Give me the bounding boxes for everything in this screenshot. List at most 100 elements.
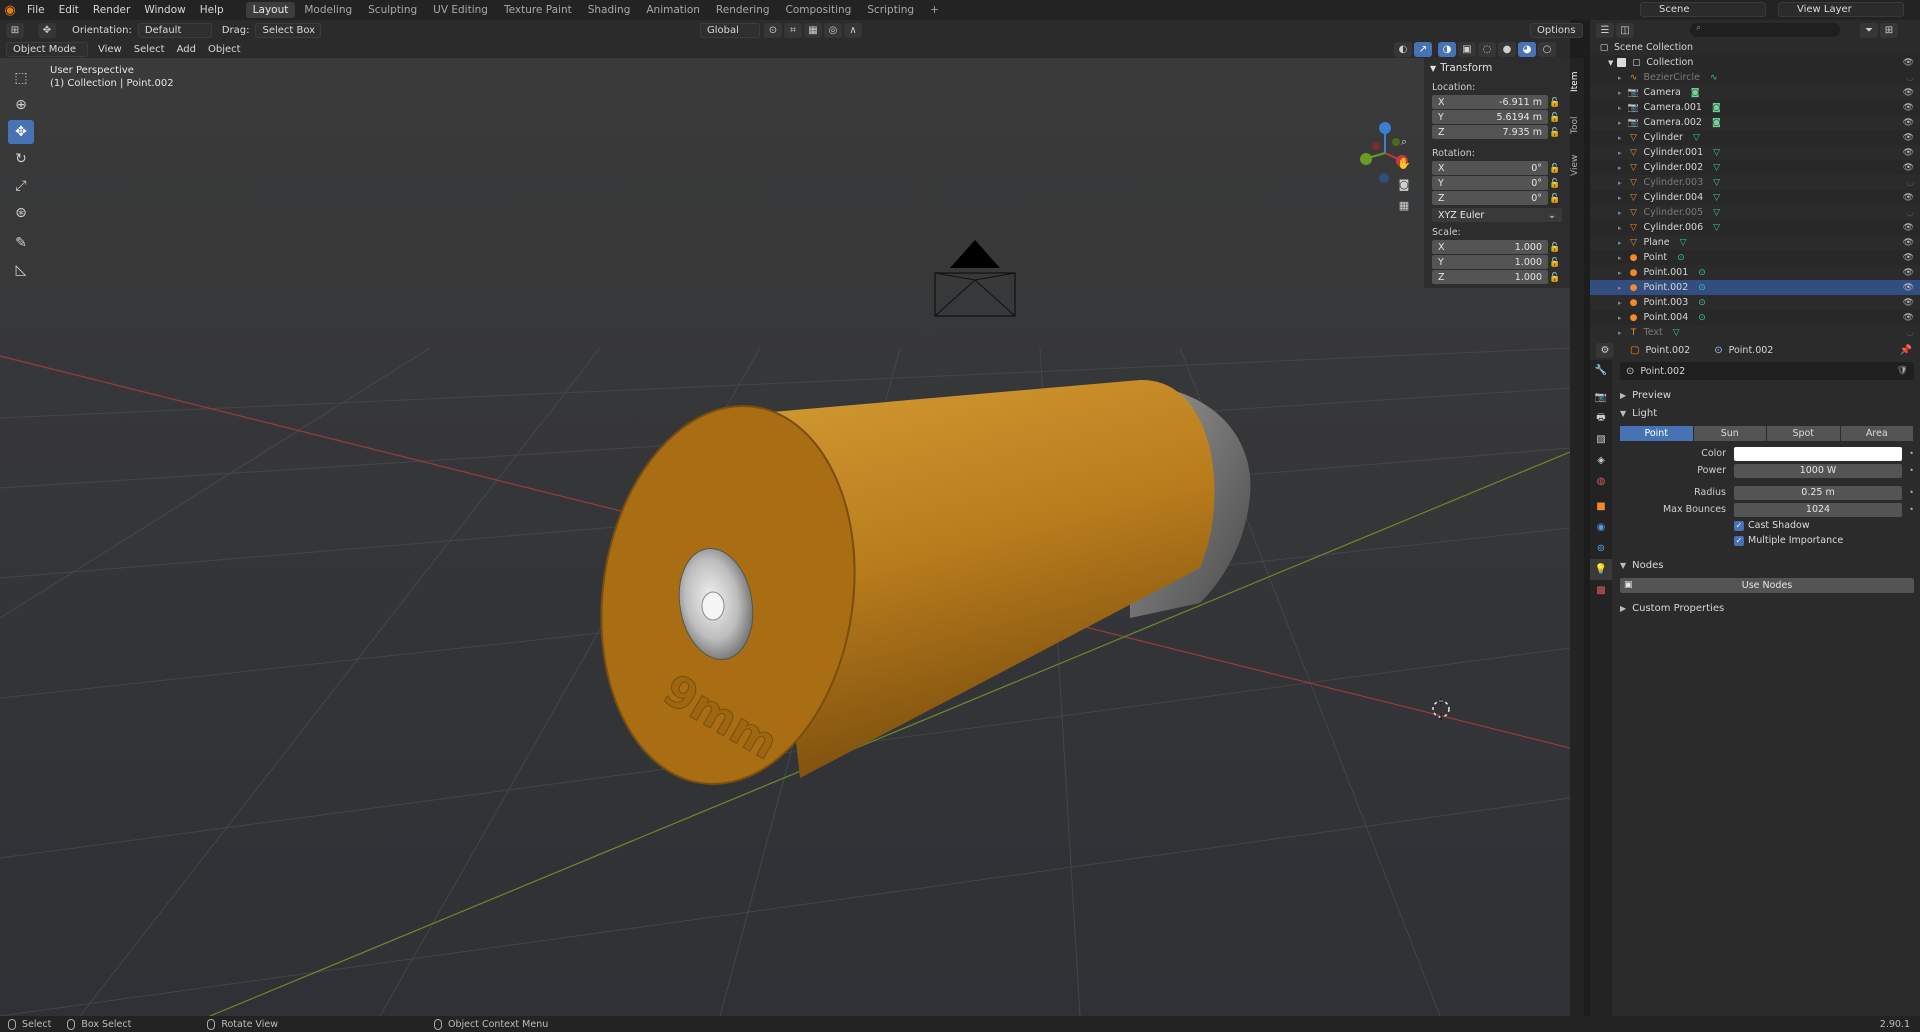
cast-shadow-checkbox[interactable]: ✓ bbox=[1734, 520, 1744, 531]
tab-modeling[interactable]: Modeling bbox=[297, 2, 359, 18]
outliner-item[interactable]: ▸ ▽ Plane ▽ 👁 bbox=[1590, 235, 1920, 250]
physics-tab-icon[interactable]: ◉ bbox=[1590, 517, 1612, 538]
new-collection-icon[interactable]: ⊞ bbox=[1880, 22, 1898, 38]
lock-icon[interactable]: 🔓 bbox=[1548, 128, 1562, 138]
menu-window[interactable]: Window bbox=[137, 0, 192, 20]
overlay-icon[interactable]: ◑ bbox=[1438, 41, 1456, 57]
measure-tool-icon[interactable]: ◺ bbox=[8, 258, 34, 282]
transform-tool-icon[interactable]: ✥ bbox=[38, 22, 56, 38]
display-mode-icon[interactable]: ◫ bbox=[1616, 22, 1634, 38]
outliner-item[interactable]: ▸ ● Point.001 ⊙ 👁 bbox=[1590, 265, 1920, 280]
transform-header[interactable]: ▼ Transform bbox=[1424, 58, 1570, 78]
eye-icon[interactable]: 👁 bbox=[1903, 268, 1914, 278]
object-tab-icon[interactable]: ■ bbox=[1590, 496, 1612, 517]
texture-tab-icon[interactable]: ▩ bbox=[1590, 580, 1612, 601]
menu-file[interactable]: File bbox=[20, 0, 52, 20]
preview-section[interactable]: ▶ Preview bbox=[1614, 386, 1920, 404]
orientation-dropdown[interactable]: Default bbox=[137, 22, 212, 38]
tab-uv-editing[interactable]: UV Editing bbox=[426, 2, 495, 18]
breadcrumb-data[interactable]: Point.002 bbox=[1729, 345, 1774, 356]
outliner-item[interactable]: ▸ 📷 Camera.001 ◙ 👁 bbox=[1590, 100, 1920, 115]
expand-icon[interactable]: ▸ bbox=[1618, 74, 1622, 82]
outliner-item[interactable]: ▸ ▽ Cylinder.001 ▽ 👁 bbox=[1590, 145, 1920, 160]
light-section[interactable]: ▼ Light bbox=[1614, 404, 1920, 422]
expand-icon[interactable]: ▸ bbox=[1618, 269, 1622, 277]
scene-selector[interactable]: Scene bbox=[1640, 2, 1766, 17]
shading-rendered-icon[interactable]: ○ bbox=[1538, 41, 1556, 57]
object-data-icon[interactable]: ⊙ bbox=[1698, 313, 1706, 323]
view-layer-tab-icon[interactable]: ▧ bbox=[1590, 429, 1612, 450]
cast-shadow-row[interactable]: ✓ Cast Shadow bbox=[1614, 518, 1920, 533]
object-data-icon[interactable]: ▽ bbox=[1713, 163, 1720, 173]
menu-help[interactable]: Help bbox=[193, 0, 231, 20]
camera-view-icon[interactable]: ◙ bbox=[1395, 175, 1413, 193]
outliner-item[interactable]: ▸ ▽ Cylinder.002 ▽ 👁 bbox=[1590, 160, 1920, 175]
scene-collection-row[interactable]: ▢ Scene Collection bbox=[1590, 40, 1920, 55]
expand-icon[interactable]: ▸ bbox=[1618, 194, 1622, 202]
color-swatch[interactable] bbox=[1734, 446, 1902, 461]
render-tab-icon[interactable]: 📷 bbox=[1590, 387, 1612, 408]
location-z-field[interactable]: Z 7.935 m bbox=[1432, 125, 1548, 139]
multiple-importance-row[interactable]: ✓ Multiple Importance bbox=[1614, 533, 1920, 548]
viewport-menu-add[interactable]: Add bbox=[171, 44, 202, 55]
select-tool-icon[interactable]: ⬚ bbox=[8, 66, 34, 90]
expand-icon[interactable]: ▸ bbox=[1618, 209, 1622, 217]
nodes-section[interactable]: ▼ Nodes bbox=[1614, 556, 1920, 574]
transform-tool-icon[interactable]: ⊛ bbox=[8, 201, 34, 225]
expand-icon[interactable]: ▸ bbox=[1618, 164, 1622, 172]
viewport-scene[interactable]: 9mm bbox=[0, 58, 1570, 1016]
object-data-icon[interactable]: ▽ bbox=[1693, 133, 1700, 143]
object-data-icon[interactable]: ▽ bbox=[1713, 193, 1720, 203]
outliner-item[interactable]: ▸ ∿ BezierCircle ∿ ◡ bbox=[1590, 70, 1920, 85]
tab-texture-paint[interactable]: Texture Paint bbox=[497, 2, 579, 18]
viewport-menu-view[interactable]: View bbox=[92, 44, 128, 55]
falloff-icon[interactable]: ∧ bbox=[844, 22, 862, 38]
eye-icon[interactable]: 👁 bbox=[1903, 148, 1914, 158]
tab-view[interactable]: View bbox=[1570, 148, 1584, 182]
lock-icon[interactable]: 🔓 bbox=[1548, 194, 1562, 204]
outliner-item[interactable]: ▸ ▽ Cylinder.003 ▽ ◡ bbox=[1590, 175, 1920, 190]
tool-tab-icon[interactable]: 🔧 bbox=[1590, 360, 1612, 381]
expand-icon[interactable]: ▸ bbox=[1618, 239, 1622, 247]
eye-icon[interactable]: 👁 bbox=[1903, 193, 1914, 203]
radius-field[interactable]: 0.25 m bbox=[1734, 485, 1902, 500]
outliner-item[interactable]: ▸ ● Point ⊙ 👁 bbox=[1590, 250, 1920, 265]
tab-compositing[interactable]: Compositing bbox=[779, 2, 859, 18]
outliner-item[interactable]: ▸ ▽ Cylinder ▽ 👁 bbox=[1590, 130, 1920, 145]
object-data-icon[interactable]: ▽ bbox=[1713, 178, 1720, 188]
location-y-field[interactable]: Y 5.6194 m bbox=[1432, 110, 1548, 124]
mode-dropdown[interactable]: Object Mode bbox=[6, 41, 88, 57]
eye-icon[interactable]: 👁 bbox=[1903, 238, 1914, 248]
light-data-tab-icon[interactable]: 💡 bbox=[1590, 559, 1612, 580]
datablock-selector[interactable]: ⊙ Point.002 🛡 bbox=[1620, 362, 1914, 380]
output-tab-icon[interactable]: 🖶 bbox=[1590, 408, 1612, 429]
outliner-item[interactable]: ▸ 📷 Camera.002 ◙ 👁 bbox=[1590, 115, 1920, 130]
eye-icon[interactable]: 👁 bbox=[1903, 58, 1914, 68]
light-type-spot[interactable]: Spot bbox=[1767, 426, 1840, 441]
add-workspace-button[interactable]: + bbox=[923, 2, 946, 18]
rotation-y-field[interactable]: Y 0° bbox=[1432, 176, 1548, 190]
menu-render[interactable]: Render bbox=[86, 0, 137, 20]
object-data-icon[interactable]: ◙ bbox=[1712, 103, 1721, 113]
lock-icon[interactable]: 🔓 bbox=[1548, 258, 1562, 268]
use-nodes-button[interactable]: ▣ Use Nodes bbox=[1620, 578, 1914, 593]
lock-icon[interactable]: 🔓 bbox=[1548, 243, 1562, 253]
world-tab-icon[interactable]: ◍ bbox=[1590, 471, 1612, 492]
light-type-sun[interactable]: Sun bbox=[1693, 426, 1766, 441]
expand-icon[interactable]: ▸ bbox=[1618, 149, 1622, 157]
expand-icon[interactable]: ▸ bbox=[1618, 254, 1622, 262]
lock-icon[interactable]: 🔓 bbox=[1548, 113, 1562, 123]
gizmo-icon[interactable]: ↗ bbox=[1414, 41, 1432, 57]
view-layer-selector[interactable]: View Layer bbox=[1778, 2, 1904, 17]
blender-logo-icon[interactable]: ◉ bbox=[0, 0, 20, 20]
ortho-grid-icon[interactable]: ▦ bbox=[1395, 196, 1413, 214]
object-data-icon[interactable]: ∿ bbox=[1710, 73, 1718, 83]
light-type-area[interactable]: Area bbox=[1840, 426, 1913, 441]
eye-icon[interactable]: 👁 bbox=[1903, 283, 1914, 293]
custom-properties-section[interactable]: ▶ Custom Properties bbox=[1614, 599, 1920, 617]
multiple-importance-checkbox[interactable]: ✓ bbox=[1734, 535, 1744, 546]
eye-icon[interactable]: ◡ bbox=[1906, 178, 1914, 188]
object-data-icon[interactable]: ◙ bbox=[1712, 118, 1721, 128]
lock-icon[interactable]: 🔓 bbox=[1548, 273, 1562, 283]
pan-hand-icon[interactable]: ✋ bbox=[1395, 154, 1413, 172]
